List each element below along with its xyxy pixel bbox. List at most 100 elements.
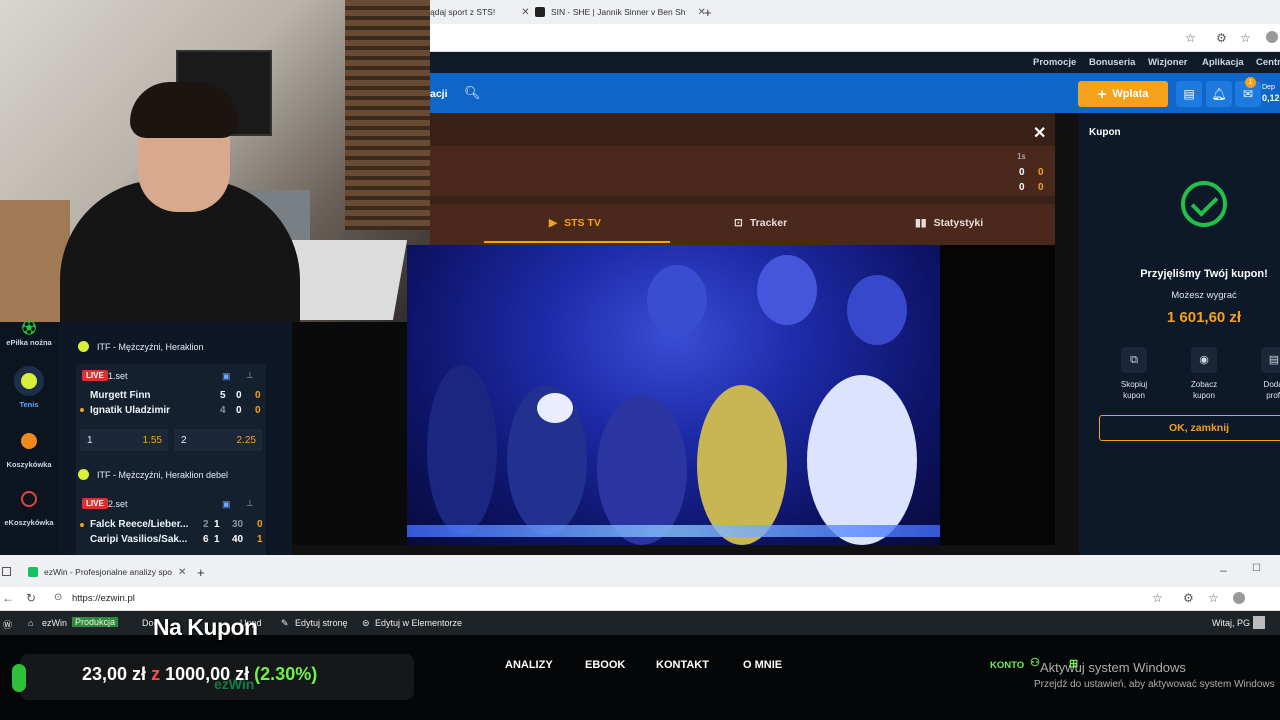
sidebar-item-epilka[interactable]: ⚽︎ ePiłka nożna xyxy=(0,320,58,347)
close-icon[interactable]: ✕ xyxy=(178,567,186,578)
tab-statystyki[interactable]: ▮▮ Statystyki xyxy=(915,217,983,229)
nav-o-mnie[interactable]: O MNIE xyxy=(743,659,782,671)
sts-header: acji 🔍︎ + Wplata ▤ 🔔︎ ✉ 1 Dep 0,12 xyxy=(430,73,1280,113)
live-video-player[interactable] xyxy=(407,245,940,545)
tab-actions-icon[interactable] xyxy=(2,567,11,576)
sidebar-item-koszykowka[interactable]: Koszykówka xyxy=(0,426,58,469)
top-browser-tabbar: ądaj sport z STS! ✕ SIN - SHE | Jannik S… xyxy=(430,0,1280,24)
tv-icon[interactable]: ▣ xyxy=(222,371,231,382)
tracker-icon: ⊡ xyxy=(734,217,743,229)
deposit-button[interactable]: + Wplata xyxy=(1078,81,1168,107)
profile-icon[interactable] xyxy=(1233,592,1245,604)
video-letterbox xyxy=(940,245,1055,545)
plus-icon: + xyxy=(1097,85,1107,103)
edit-elementor-link[interactable]: Edytuj w Elementorze xyxy=(375,618,462,628)
nav-analizy[interactable]: ANALIZY xyxy=(505,659,553,671)
league-header: ITF - Mężczyźni, Heraklion debel xyxy=(78,469,228,480)
maximize-icon[interactable]: ☐ xyxy=(1252,563,1261,574)
url-input[interactable]: https://ezwin.pl xyxy=(72,593,135,604)
odds-button[interactable]: 1 1.55 xyxy=(80,429,168,451)
event-card[interactable]: LIVE 2.set ▣ ⊥ Falck Reece/Lieber... 2 1… xyxy=(76,492,266,555)
player-name: Falck Reece/Lieber... xyxy=(90,519,189,530)
favicon-icon xyxy=(28,567,38,577)
minimize-icon[interactable]: – xyxy=(1220,563,1227,577)
add-profile-button[interactable]: ▤ Dodaj profi xyxy=(1244,347,1280,401)
search-icon[interactable]: 🔍︎ xyxy=(464,85,481,101)
star-icon[interactable]: ☆ xyxy=(1185,31,1196,45)
bottom-address-bar: ← ↻ ⊙ https://ezwin.pl ☆ ⚙ ☆ xyxy=(0,587,1280,611)
profit-widget: ezWin 23,00 zł z 1000,00 zł (2.30%) xyxy=(12,654,414,700)
pin-icon[interactable]: ⊥ xyxy=(246,370,254,381)
copy-coupon-button[interactable]: ⧉ Skopiuj kupon xyxy=(1104,347,1164,401)
refresh-icon[interactable]: ↻ xyxy=(26,591,36,605)
ok-close-button[interactable]: OK, zamknij xyxy=(1099,415,1280,441)
eye-icon: ◉ xyxy=(1191,347,1217,373)
pin-icon[interactable]: ⊥ xyxy=(246,498,254,509)
nav-bonuseria[interactable]: Bonuseria xyxy=(1089,57,1135,68)
match-tabs: ▶ STS TV ⊡ Tracker ▮▮ Statystyki xyxy=(430,204,1055,245)
profile-icon: ▤ xyxy=(1261,347,1280,373)
favorites-icon[interactable]: ☆ xyxy=(1208,591,1219,605)
balance: Dep 0,12 xyxy=(1262,84,1280,103)
browser-tab[interactable]: ezWin - Profesjonalne analizy spo ✕ xyxy=(28,563,186,581)
star-icon[interactable]: ☆ xyxy=(1152,591,1163,605)
coupons-icon[interactable]: ▤ xyxy=(1176,81,1202,107)
tab-tracker[interactable]: ⊡ Tracker xyxy=(734,217,787,229)
ebasketball-icon xyxy=(14,484,44,514)
back-icon[interactable]: ← xyxy=(2,591,14,605)
favorites-icon[interactable]: ☆ xyxy=(1240,31,1251,45)
browser-tab[interactable]: ądaj sport z STS! ✕ xyxy=(430,3,530,21)
sidebar-item-ekoszykowka[interactable]: eKoszykówka xyxy=(0,484,58,527)
serve-indicator xyxy=(80,408,84,412)
set-label: 2.set xyxy=(108,499,128,509)
check-circle-icon xyxy=(1181,181,1227,227)
score-cell: 0 xyxy=(1038,167,1044,178)
player-name: Ignatik Uladzimir xyxy=(90,405,171,416)
new-tab-button[interactable]: + xyxy=(197,563,205,581)
tv-icon: ▶ xyxy=(549,217,558,229)
extensions-icon[interactable]: ⚙ xyxy=(1216,31,1227,45)
windows-activation-title: Aktywuj system Windows xyxy=(1040,660,1186,675)
env-badge: Produkcja xyxy=(72,617,119,627)
score-cell: 0 xyxy=(1019,167,1025,178)
sidebar-item-tenis[interactable]: Tenis xyxy=(0,366,58,409)
favicon-icon xyxy=(535,7,545,17)
browser-tab[interactable]: SIN - SHE | Jannik Sinner v Ben Sh ✕ xyxy=(535,3,706,21)
extensions-icon[interactable]: ⚙ xyxy=(1183,591,1194,605)
close-icon[interactable]: ✕ xyxy=(521,7,529,18)
elementor-icon: ⊜ xyxy=(362,618,370,628)
nav-aplikacja[interactable]: Aplikacja xyxy=(1202,57,1244,68)
profile-icon[interactable] xyxy=(1266,31,1278,43)
windows-activation-subtitle: Przejdź do ustawień, aby aktywować syste… xyxy=(1034,679,1275,690)
nav-promocje[interactable]: Promocje xyxy=(1033,57,1076,68)
stats-icon: ▮▮ xyxy=(915,217,927,229)
edit-page-link[interactable]: Edytuj stronę xyxy=(295,618,348,628)
new-tab-button[interactable]: + xyxy=(704,3,712,21)
view-coupon-button[interactable]: ◉ Zobacz kupon xyxy=(1174,347,1234,401)
tennis-ball-icon xyxy=(78,341,89,352)
basketball-icon xyxy=(14,426,44,456)
avatar xyxy=(1253,616,1265,629)
serve-indicator xyxy=(80,523,84,527)
wp-site-link[interactable]: ezWin xyxy=(42,618,67,628)
nav-konto[interactable]: KONTO xyxy=(990,660,1024,671)
tab-sts-tv[interactable]: ▶ STS TV xyxy=(549,217,601,229)
nav-kontakt[interactable]: KONTAKT xyxy=(656,659,709,671)
wp-greeting[interactable]: Witaj, PG xyxy=(1212,618,1250,628)
top-address-bar[interactable]: ☆ ⚙ ☆ xyxy=(430,24,1280,52)
user-icon[interactable]: ⚇ xyxy=(1030,656,1040,669)
sport-sidebar: ⚽︎ ePiłka nożna Tenis Koszykówka eKoszyk… xyxy=(0,320,58,555)
wordpress-icon[interactable]: Ⓦ xyxy=(3,618,12,631)
tennis-ball-icon xyxy=(78,469,89,480)
nav-centrum[interactable]: Centr xyxy=(1256,57,1280,68)
can-win-label: Możesz wygrać xyxy=(1171,290,1237,301)
home-icon: ⌂ xyxy=(28,618,34,628)
nav-wizjoner[interactable]: Wizjoner xyxy=(1148,57,1188,68)
nav-ebook[interactable]: EBOOK xyxy=(585,659,625,671)
score-cell: 0 xyxy=(1019,182,1025,193)
close-icon[interactable]: ✕ xyxy=(1033,123,1046,143)
bell-icon[interactable]: 🔔︎ xyxy=(1206,81,1232,107)
soccer-icon: ⚽︎ xyxy=(22,320,36,336)
tv-icon[interactable]: ▣ xyxy=(222,499,231,510)
odds-button[interactable]: 2 2.25 xyxy=(174,429,262,451)
